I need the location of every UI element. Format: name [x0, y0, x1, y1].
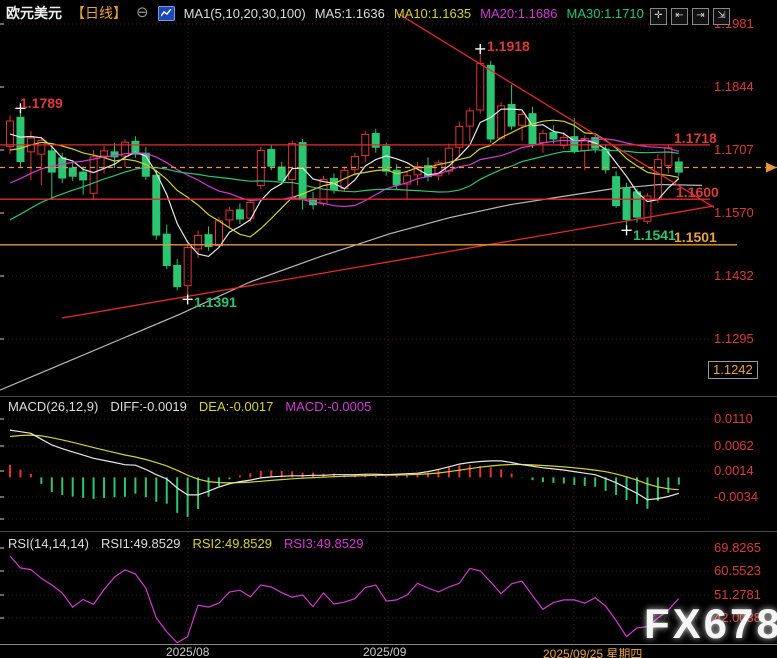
- ma30-value: MA30:1.1710: [567, 6, 644, 21]
- macd-axis-tick: 0.0110: [714, 411, 753, 426]
- rsi3-value: RSI3:49.8529: [284, 536, 364, 551]
- ma-settings-label[interactable]: MA1(5,10,20,30,100): [184, 6, 306, 21]
- price-marker-label: 1.1789: [20, 95, 63, 111]
- macd-header: MACD(26,12,9) DIFF:-0.0019 DEA:-0.0017 M…: [8, 399, 371, 414]
- top-bar: 欧元美元 【日线】 ⊖ MA1(5,10,20,30,100) MA5:1.16…: [6, 3, 644, 23]
- date-axis-label: 2025/09/25 星期四: [543, 645, 642, 658]
- price-marker-label: 1.1541: [633, 227, 676, 243]
- rsi-axis-tick: 69.8265: [714, 540, 761, 555]
- axis-left-icon[interactable]: ⇤: [671, 8, 688, 25]
- price-axis-tick: 1.1844: [714, 79, 754, 94]
- macd-title[interactable]: MACD(26,12,9): [8, 399, 98, 414]
- window-toolbar: ✛ ⇤ ⇥ ⇲: [650, 8, 730, 25]
- macd-axis-tick: -0.0034: [714, 489, 758, 504]
- price-axis-tick: 1.1707: [714, 142, 754, 157]
- rsi-header: RSI(14,14,14) RSI1:49.8529 RSI2:49.8529 …: [8, 536, 363, 551]
- price-marker-label: 1.1501: [674, 229, 717, 245]
- period-tag[interactable]: 【日线】: [71, 3, 127, 23]
- boxed-price-tick: 1.1242: [708, 361, 758, 379]
- price-marker-label: 1.1718: [674, 130, 717, 146]
- date-axis-label: 2025/09: [363, 645, 406, 658]
- macd-axis-tick: 0.0062: [714, 438, 754, 453]
- price-marker-label: 1.1391: [194, 294, 237, 310]
- ma5-value: MA5:1.1636: [315, 6, 385, 21]
- symbol-name: 欧元美元: [6, 3, 62, 23]
- macd-diff-value: DIFF:-0.0019: [110, 399, 187, 414]
- macd-macd-value: MACD:-0.0005: [285, 399, 371, 414]
- chart-canvas[interactable]: [0, 0, 777, 658]
- rsi1-value: RSI1:49.8529: [101, 536, 181, 551]
- chart-type-icon[interactable]: [158, 6, 175, 21]
- price-axis-tick: 1.1570: [714, 205, 754, 220]
- price-marker-label: 1.1600: [676, 184, 719, 200]
- collapse-icon[interactable]: ⊖: [136, 6, 149, 20]
- pan-crosshair-icon[interactable]: ✛: [650, 8, 667, 25]
- rsi2-value: RSI2:49.8529: [192, 536, 272, 551]
- macd-axis-tick: 0.0014: [714, 463, 754, 478]
- macd-dea-value: DEA:-0.0017: [199, 399, 273, 414]
- ma20-value: MA20:1.1686: [480, 6, 557, 21]
- axis-right-icon[interactable]: ⇥: [692, 8, 709, 25]
- exit-right-icon[interactable]: ⇲: [713, 8, 730, 25]
- price-axis-tick: 1.1295: [714, 331, 754, 346]
- rsi-title[interactable]: RSI(14,14,14): [8, 536, 89, 551]
- rsi-axis-tick: 60.5523: [714, 563, 761, 578]
- ma10-value: MA10:1.1635: [394, 6, 471, 21]
- price-axis-tick: 1.1432: [714, 268, 754, 283]
- fx678-watermark: FX678: [644, 600, 777, 648]
- chart-app: 欧元美元 【日线】 ⊖ MA1(5,10,20,30,100) MA5:1.16…: [0, 0, 777, 658]
- price-marker-label: 1.1918: [487, 38, 530, 54]
- date-axis-label: 2025/08: [166, 645, 209, 658]
